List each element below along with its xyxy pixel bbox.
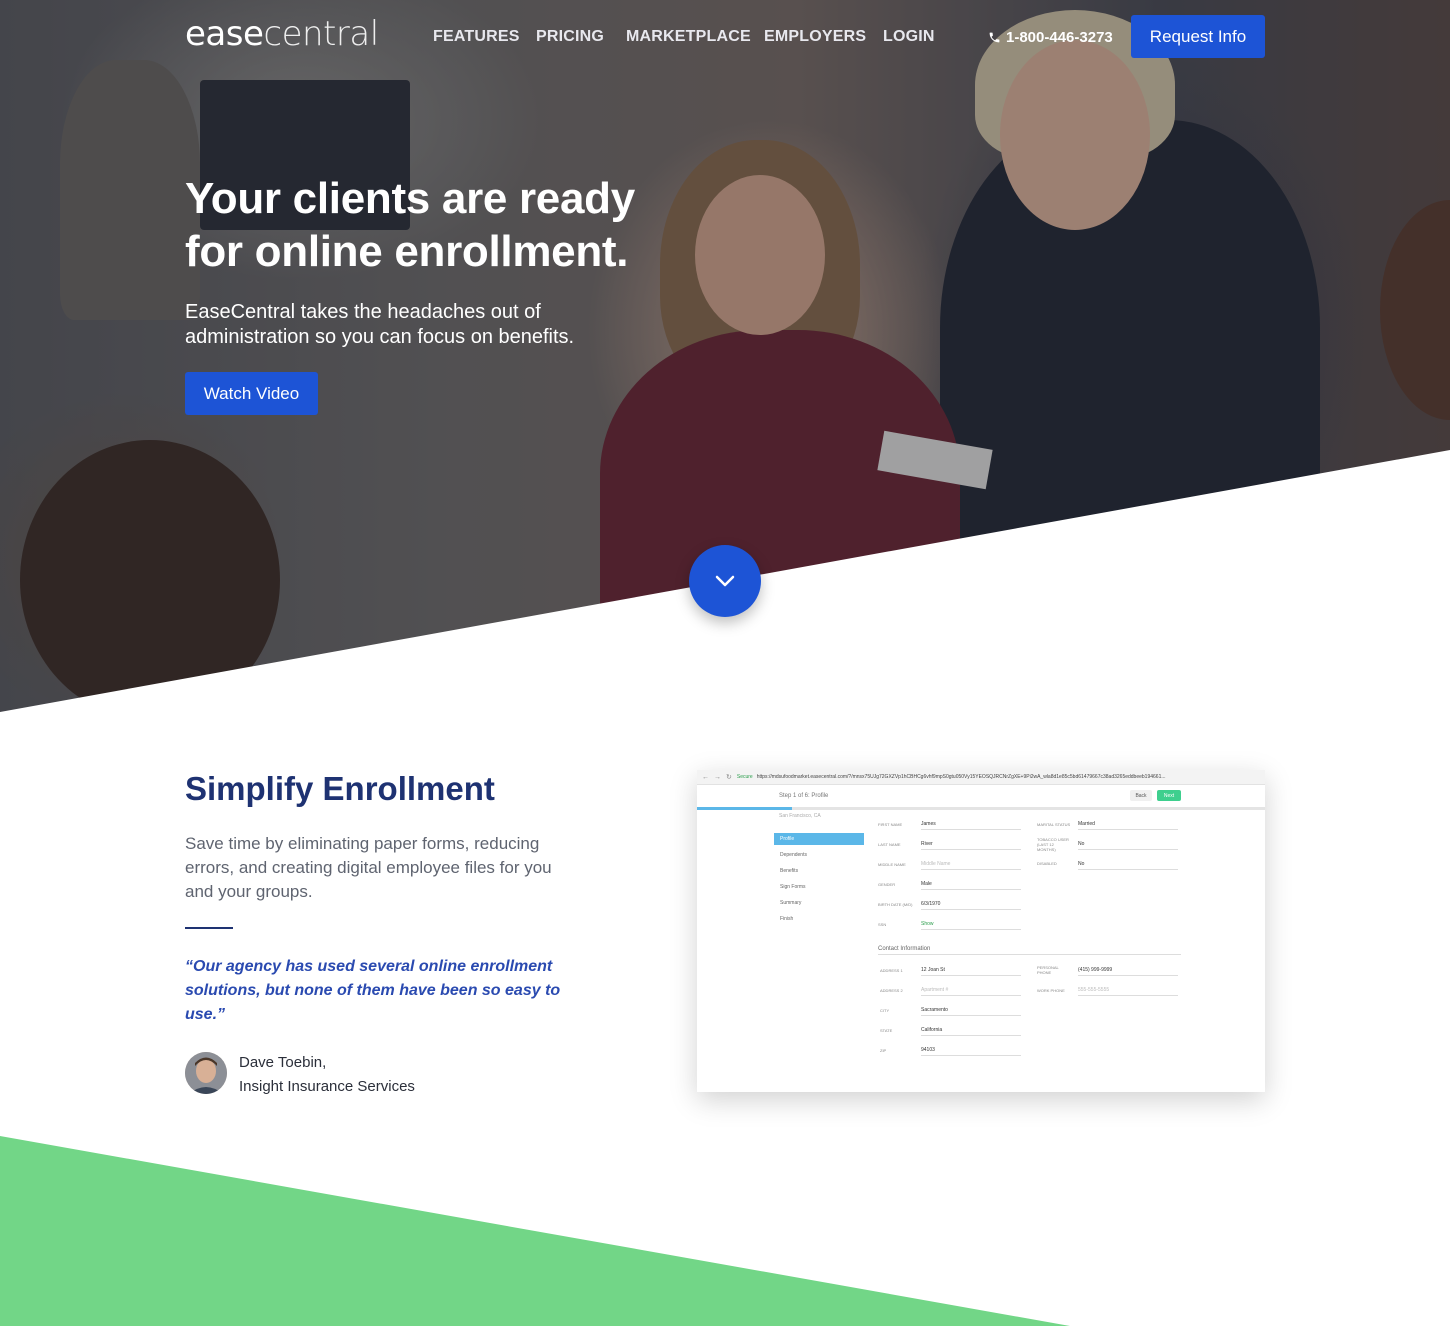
field-label: ADDRESS 1 xyxy=(880,968,903,973)
hero-title-line: for online enrollment. xyxy=(185,227,629,276)
address1-field: 12 Joan St xyxy=(921,967,1021,976)
reload-icon: ↻ xyxy=(726,774,732,781)
nav-link-features[interactable]: FEATURES xyxy=(433,28,520,46)
gender-select: Male xyxy=(921,881,1021,890)
screenshot-next-button: Next xyxy=(1157,790,1181,801)
progress-fill xyxy=(697,807,792,810)
author-company: Insight Insurance Services xyxy=(239,1078,415,1095)
background-person xyxy=(1380,200,1450,420)
field-label: ADDRESS 2 xyxy=(880,988,903,993)
top-navigation: easecentral FEATURES PRICING MARKETPLACE… xyxy=(0,0,1450,75)
easecentral-logo[interactable]: easecentral xyxy=(185,14,379,54)
sidebar-item-summary: Summary xyxy=(780,900,802,906)
browser-bar: ← → ↻ Secure https://mdsufoodmarket.easec… xyxy=(697,770,1265,785)
field-label: MIDDLE NAME xyxy=(878,862,906,867)
birth-date-field: 6/3/1970 xyxy=(921,901,1021,910)
address2-field: Apartment # xyxy=(921,987,1021,996)
request-info-button[interactable]: Request Info xyxy=(1131,15,1265,58)
step-indicator: Step 1 of 6: Profile xyxy=(779,793,829,799)
contact-section-title: Contact Information xyxy=(878,946,1181,955)
url-text: https://mdsufoodmarket.easecentral.com/?… xyxy=(756,774,1166,780)
hero-subtitle: EaseCentral takes the headaches out of a… xyxy=(185,300,625,350)
personal-phone-field: (415) 999-9999 xyxy=(1078,967,1178,976)
field-label: WORK PHONE xyxy=(1037,988,1065,993)
phone-icon xyxy=(989,32,1000,43)
watch-video-button[interactable]: Watch Video xyxy=(185,372,318,415)
field-label: CITY xyxy=(880,1008,890,1013)
background-person xyxy=(60,60,200,320)
marital-status-select: Married xyxy=(1078,821,1178,830)
progress-bar xyxy=(697,807,1265,810)
work-phone-field: 555-555-5555 xyxy=(1078,987,1178,996)
testimonial-quote: “Our agency has used several online enro… xyxy=(185,958,561,1023)
disabled-select: No xyxy=(1078,861,1178,870)
field-label: ZIP xyxy=(880,1048,887,1053)
first-name-field: James xyxy=(921,821,1021,830)
scroll-down-button[interactable] xyxy=(689,545,761,617)
logo-text-ease: ease xyxy=(185,14,264,54)
logo-text-central: central xyxy=(263,14,379,54)
section-divider xyxy=(185,927,233,929)
sidebar-item-dependents: Dependents xyxy=(780,852,807,858)
phone-link[interactable]: 1-800-446-3273 xyxy=(988,29,1113,46)
hero-subtitle-line: EaseCentral takes the headaches out of xyxy=(185,301,541,323)
background-person xyxy=(695,175,825,335)
phone-number: 1-800-446-3273 xyxy=(1006,29,1113,46)
nav-link-employers[interactable]: EMPLOYERS xyxy=(764,28,866,46)
back-arrow-icon: ← xyxy=(702,773,709,781)
sidebar-item-benefits: Benefits xyxy=(780,868,799,874)
location-text: San Francisco, CA xyxy=(779,813,821,819)
secure-label: Secure xyxy=(736,774,753,780)
field-label: PERSONAL PHONE xyxy=(1037,965,1059,975)
author-name: Dave Toebin, xyxy=(239,1054,327,1071)
testimonial-author: Dave Toebin, Insight Insurance Services xyxy=(239,1051,415,1099)
avatar-photo xyxy=(185,1052,227,1094)
hero-title-line: Your clients are ready xyxy=(185,174,635,223)
field-label: MARITAL STATUS xyxy=(1037,822,1071,827)
last-name-field: River xyxy=(921,841,1021,850)
nav-link-login[interactable]: LOGIN xyxy=(883,28,935,46)
field-label: FIRST NAME xyxy=(878,822,903,827)
nav-link-marketplace[interactable]: MARKETPLACE xyxy=(626,28,751,46)
hero-title: Your clients are ready for online enroll… xyxy=(185,172,705,278)
middle-name-field: Middle Name xyxy=(921,861,1021,870)
field-label: LAST NAME xyxy=(878,842,901,847)
field-label: DISABLED xyxy=(1037,861,1057,866)
city-field: Sacramento xyxy=(921,1007,1021,1016)
hero-subtitle-line: administration so you can focus on benef… xyxy=(185,326,575,348)
avatar xyxy=(185,1052,227,1094)
green-diagonal-shape xyxy=(0,1136,1070,1326)
section-body: Save time by eliminating paper forms, re… xyxy=(185,834,552,901)
zip-field: 94103 xyxy=(921,1047,1021,1056)
field-label: SSN xyxy=(878,922,887,927)
field-label: GENDER xyxy=(878,882,896,887)
field-label: TOBACCO USER (LAST 12 MONTHS) xyxy=(1037,837,1069,852)
browser-url: Secure https://mdsufoodmarket.easecentral… xyxy=(737,774,1247,780)
screenshot-back-button: Back xyxy=(1130,790,1152,801)
screenshot-sidebar: Profile Dependents Benefits Sign Forms S… xyxy=(774,833,864,929)
sidebar-item-profile: Profile xyxy=(774,833,864,845)
section-title: Simplify Enrollment xyxy=(185,770,495,807)
chevron-down-icon xyxy=(715,575,735,587)
tobacco-select: No xyxy=(1078,841,1178,850)
sidebar-item-finish: Finish xyxy=(780,916,794,922)
paper-document xyxy=(877,430,993,490)
ssn-field: Show xyxy=(921,921,1021,930)
forward-arrow-icon: → xyxy=(714,773,721,781)
state-select: California xyxy=(921,1027,1021,1036)
nav-link-pricing[interactable]: PRICING xyxy=(536,28,604,46)
product-screenshot: ← → ↻ Secure https://mdsufoodmarket.easec… xyxy=(697,770,1265,1092)
sidebar-item-sign-forms: Sign Forms xyxy=(780,884,806,890)
field-label: BIRTH DATE (M/D) xyxy=(878,902,913,907)
field-label: STATE xyxy=(880,1028,893,1033)
